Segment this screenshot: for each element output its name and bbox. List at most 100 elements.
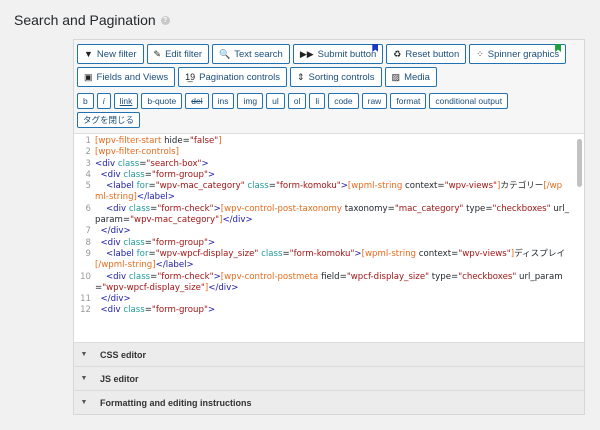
calendar-icon: ▣ [84, 71, 93, 82]
code-token: <div [100, 237, 124, 248]
code-token: "form-group" [151, 305, 208, 316]
code-token: </div> [208, 282, 239, 293]
code-token: = [282, 248, 290, 259]
code-token: "wpv-mac_category" [155, 181, 248, 192]
code-token: [wpv-control-postmeta [220, 271, 322, 282]
submit-button-label: Submit button [317, 48, 377, 60]
css-editor-toggle[interactable]: ▼ CSS editor [74, 342, 584, 366]
code-token: > [213, 203, 221, 214]
quicktag-button[interactable]: b-quote [141, 93, 183, 109]
reset-button[interactable]: ♻ Reset button [386, 44, 467, 64]
spinner-graphics-button[interactable]: ⁘ Spinner graphics [469, 44, 567, 64]
line-number: 4 [85, 169, 91, 180]
code-editor[interactable]: 1 [wpv-filter-start hide="false"] 2 [wpv-fi… [74, 136, 584, 342]
quicktag-button[interactable]: i [96, 93, 111, 109]
fields-and-views-button[interactable]: ▣ Fields and Views [77, 67, 176, 87]
code-token: ディスプレイ [514, 248, 566, 259]
caret-down-icon: ▼ [80, 351, 88, 358]
quicktag-button[interactable]: ins [211, 93, 235, 109]
media-button[interactable]: ▨ Media [384, 67, 437, 87]
code-token: カテゴリー [500, 181, 544, 192]
quicktag-button[interactable]: タグを閉じる [77, 112, 141, 128]
line-number: 9 [85, 248, 91, 259]
code-token: "mac_category" [394, 203, 467, 214]
code-token: <div [95, 158, 118, 169]
editor-scrollbar[interactable] [577, 139, 582, 187]
quicktag-button[interactable]: b [77, 93, 94, 109]
code-line: 5 <label for="wpv-mac_category" class="f… [74, 181, 584, 204]
code-token: ] [218, 136, 222, 146]
line-number: 2 [85, 147, 91, 158]
code-text: [wpv-filter-controls] [95, 147, 584, 158]
code-token: "wpcf-display_size" [346, 271, 432, 282]
quicktag-button[interactable]: ol [287, 93, 307, 109]
formatting-instructions-toggle-label: Formatting and editing instructions [100, 397, 252, 408]
code-text: <div class="form-group"> [95, 305, 584, 316]
code-token: > [354, 248, 362, 259]
code-token: "form-komoku" [289, 248, 355, 259]
code-token: "form-komoku" [275, 181, 341, 192]
code-token: class [128, 271, 151, 282]
code-token: <label [105, 181, 137, 192]
code-token: = [144, 305, 152, 316]
code-text: <div class="search-box"> [95, 159, 584, 170]
code-token: "wpv-views" [444, 181, 498, 192]
quicktag-button[interactable]: code [328, 93, 359, 109]
code-token: for [136, 181, 149, 192]
code-token: "search-box" [146, 158, 202, 169]
code-token: <div [100, 169, 124, 180]
js-editor-toggle-label: JS editor [100, 373, 139, 384]
code-token: class [123, 237, 145, 248]
quicktag-button[interactable]: img [237, 93, 264, 109]
edit-filter-button[interactable]: ✎ Edit filter [146, 44, 210, 64]
code-token: "form-check" [157, 203, 214, 214]
code-token: field [321, 271, 340, 282]
text-search-button[interactable]: 🔍 Text search [212, 44, 290, 64]
code-line: 2 [wpv-filter-controls] [74, 147, 584, 158]
code-token: > [213, 271, 221, 282]
code-text: </div> [95, 294, 584, 305]
code-token: hide [164, 136, 183, 146]
code-line: 11 </div> [74, 294, 584, 305]
search-icon: 🔍 [219, 48, 231, 59]
recycle-icon: ♻ [393, 48, 402, 59]
code-text: </div> [95, 226, 584, 237]
code-token: "wpv-wpcf-display_size" [155, 248, 262, 259]
formatting-instructions-toggle[interactable]: ▼ Formatting and editing instructions [74, 390, 584, 414]
submit-button[interactable]: ▶▶ Submit button [292, 44, 384, 64]
quicktag-button[interactable]: link [113, 93, 139, 109]
edit-icon: ✎ [153, 48, 162, 59]
code-token: "form-group" [151, 169, 208, 180]
code-token: = [182, 136, 190, 146]
js-editor-toggle[interactable]: ▼ JS editor [74, 366, 584, 390]
reset-button-label: Reset button [405, 48, 460, 60]
quicktag-button[interactable]: del [185, 93, 209, 109]
quicktag-button[interactable]: li [309, 93, 326, 109]
code-token: class [123, 305, 145, 316]
line-number: 3 [85, 158, 91, 169]
code-token: = [148, 181, 156, 192]
editor-toolbar: ▼ New filter ✎ Edit filter 🔍 Text search ▶▶ Sub… [74, 40, 584, 134]
new-filter-button[interactable]: ▼ New filter [77, 44, 144, 64]
code-token: = [339, 271, 347, 282]
funnel-icon: ▼ [84, 49, 93, 59]
pagination-controls-button[interactable]: 1̲9 Pagination controls [178, 67, 287, 87]
help-icon[interactable]: ? [160, 15, 170, 25]
code-token: "false" [189, 136, 219, 146]
code-token: = [485, 203, 493, 214]
quicktag-button[interactable]: conditional output [429, 93, 509, 109]
quicktags-row-2: タグを閉じる [77, 112, 582, 128]
quicktag-button[interactable]: raw [361, 93, 388, 109]
code-line: 3 <div class="search-box"> [74, 159, 584, 170]
line-number: 1 [85, 136, 91, 146]
quicktag-button[interactable]: format [390, 93, 427, 109]
quicktag-button[interactable]: ul [266, 93, 285, 109]
sorting-controls-button[interactable]: ⇕ Sorting controls [289, 67, 382, 87]
caret-down-icon: ▼ [80, 399, 88, 406]
code-text: <div class="form-group"> [95, 238, 584, 249]
code-text: <label for="wpv-wpcf-display_size" class… [95, 249, 584, 272]
line-number: 11 [80, 294, 91, 305]
code-token: = [144, 169, 152, 180]
